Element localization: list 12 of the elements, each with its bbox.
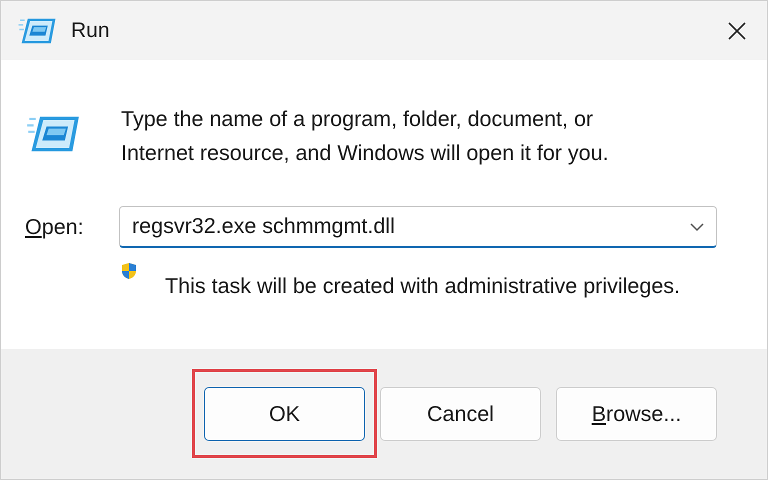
admin-note: This task will be created with administrative privileges. xyxy=(165,274,680,299)
run-icon xyxy=(17,16,57,44)
window-title: Run xyxy=(71,18,111,42)
dialog-button[interactable]: Cancel xyxy=(380,387,541,441)
command-field[interactable]: regsvr32.exe schmmgmt.dll xyxy=(119,206,717,248)
dropdown-caret-icon[interactable] xyxy=(689,222,705,232)
dialog-button[interactable]: Browse... xyxy=(556,387,717,441)
open-label: Open: xyxy=(25,214,85,240)
instruction-text: Type the name of a program, folder, document, or Internet resource, and Windows will open it for you. xyxy=(121,106,610,167)
shield-icon xyxy=(121,262,137,280)
dialog-button[interactable]: OK xyxy=(204,387,365,441)
run-icon xyxy=(25,114,81,154)
